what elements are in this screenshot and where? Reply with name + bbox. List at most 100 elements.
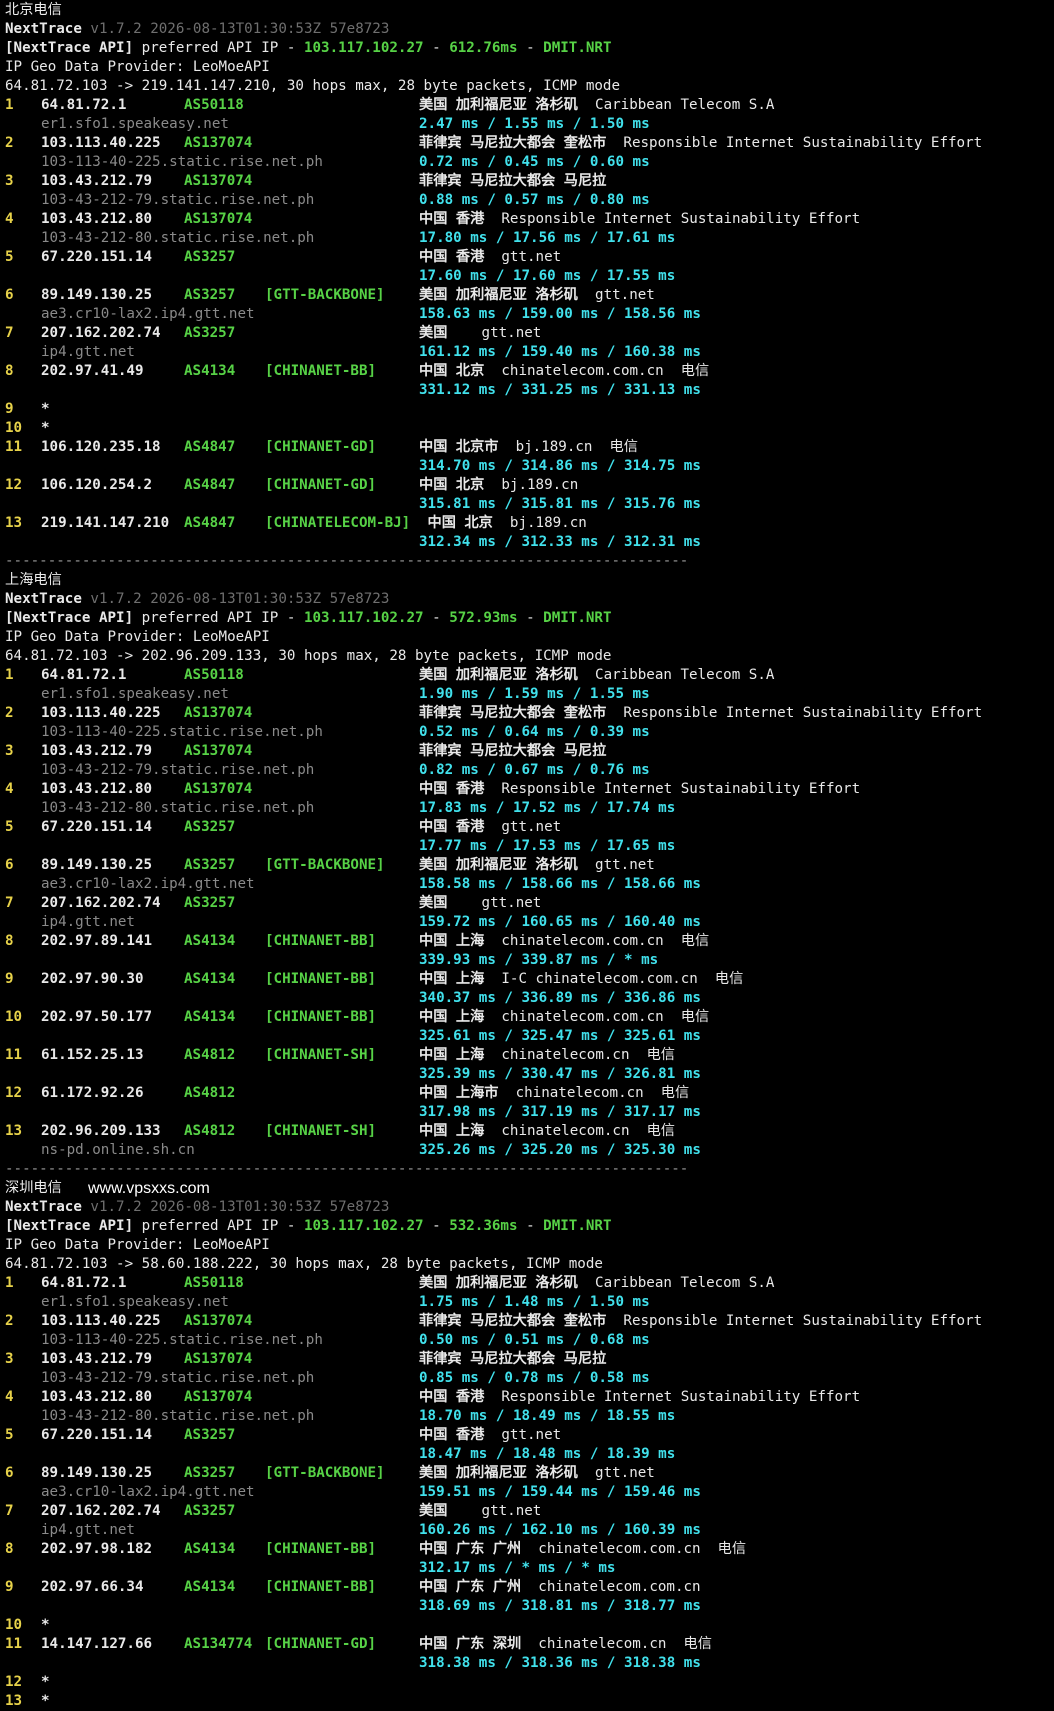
hop-geo: 中国 香港 xyxy=(419,1389,485,1405)
hop-row: 13 219.141.147.210 AS4847 [CHINATELECOM-BJ]… xyxy=(5,514,1054,533)
api-latency: 612.76ms xyxy=(449,40,518,56)
hop-geo: 中国 上海 xyxy=(419,1009,485,1025)
hop-location: 中国 香港 Responsible Internet Sustainabilit… xyxy=(419,780,860,799)
hop-location: 中国 香港 Responsible Internet Sustainabilit… xyxy=(419,1388,860,1407)
hop-row: 2 103.113.40.225 AS137074 菲律宾 马尼拉大都会 奎松市 Re… xyxy=(5,1312,1054,1331)
hop-hostname: 103-43-212-80.static.rise.net.ph xyxy=(41,1408,315,1424)
hop-detail-row: 17.60 ms / 17.60 ms / 17.55 ms xyxy=(5,267,1054,286)
hop-number: 4 xyxy=(5,211,14,227)
hop-detail-row: 331.12 ms / 331.25 ms / 331.13 ms xyxy=(5,381,1054,400)
hop-number: 11 xyxy=(5,1047,23,1063)
hop-geo: 菲律宾 马尼拉大都会 马尼拉 xyxy=(419,173,607,189)
hop-row: 4 103.43.212.80 AS137074 中国 香港 Responsible … xyxy=(5,210,1054,229)
hop-geo: 菲律宾 马尼拉大都会 马尼拉 xyxy=(419,1351,607,1367)
hop-row: 11 61.152.25.13 AS4812 [CHINANET-SH] 中国 上海 c… xyxy=(5,1046,1054,1065)
provider-text: IP Geo Data Provider: LeoMoeAPI xyxy=(5,1237,270,1253)
hop-detail-row: 103-113-40-225.static.rise.net.ph 0.52 ms… xyxy=(5,723,1054,742)
hop-location: 美国 加利福尼亚 洛杉矶 gtt.net xyxy=(419,1464,655,1483)
hop-number: 12 xyxy=(5,1085,23,1101)
hop-detail-row: ns-pd.online.sh.cn 325.26 ms / 325.20 ms … xyxy=(5,1141,1054,1160)
api-latency: 572.93ms xyxy=(449,610,518,626)
version-line: NextTrace v1.7.2 2026-08-13T01:30:53Z 57… xyxy=(5,1198,1054,1217)
hop-row: 10 * xyxy=(5,419,1054,438)
hop-ip: 103.113.40.225 xyxy=(41,705,161,721)
hop-tag: [CHINANET-SH] xyxy=(265,1047,377,1063)
hop-org: gtt.net xyxy=(484,249,562,265)
hop-asn: AS137074 xyxy=(184,1313,253,1329)
hop-hostname: ae3.cr10-lax2.ip4.gtt.net xyxy=(41,306,255,322)
hop-ip: 103.43.212.80 xyxy=(41,211,153,227)
hop-org: gtt.net xyxy=(484,819,562,835)
hop-row: 1 64.81.72.1 AS50118 美国 加利福尼亚 洛杉矶 Caribbean… xyxy=(5,666,1054,685)
hop-detail-row: 339.93 ms / 339.87 ms / * ms xyxy=(5,951,1054,970)
hop-detail-row: 17.77 ms / 17.53 ms / 17.65 ms xyxy=(5,837,1054,856)
hop-number: 3 xyxy=(5,1351,14,1367)
hop-rtt: 325.61 ms / 325.47 ms / 325.61 ms xyxy=(419,1028,701,1044)
hop-detail-row: 315.81 ms / 315.81 ms / 315.76 ms xyxy=(5,495,1054,514)
hop-number: 7 xyxy=(5,895,14,911)
hop-ip: 64.81.72.1 xyxy=(41,1275,127,1291)
hop-org: chinatelecom.cn 电信 xyxy=(484,1047,675,1063)
hop-hostname: ip4.gtt.net xyxy=(41,914,135,930)
hop-number: 12 xyxy=(5,477,23,493)
hop-location: 中国 上海 chinatelecom.com.cn 电信 xyxy=(419,1008,709,1027)
hop-row: 6 89.149.130.25 AS3257 [GTT-BACKBONE] 美国 加利福… xyxy=(5,856,1054,875)
hop-hostname: ae3.cr10-lax2.ip4.gtt.net xyxy=(41,1484,255,1500)
hop-ip: 89.149.130.25 xyxy=(41,1465,153,1481)
hop-rtt: 17.77 ms / 17.53 ms / 17.65 ms xyxy=(419,838,676,854)
hop-org: chinatelecom.com.cn xyxy=(521,1579,701,1595)
hop-number: 10 xyxy=(5,420,23,436)
hop-asn: AS137074 xyxy=(184,211,253,227)
hop-ip: 207.162.202.74 xyxy=(41,1503,161,1519)
hop-detail-row: 103-43-212-79.static.rise.net.ph 0.85 ms … xyxy=(5,1369,1054,1388)
hop-geo: 中国 香港 xyxy=(419,249,485,265)
hop-org: chinatelecom.com.cn 电信 xyxy=(484,363,710,379)
hop-org: Responsible Internet Sustainability Effo… xyxy=(484,1389,861,1405)
hop-number: 9 xyxy=(5,1579,14,1595)
hop-location: 中国 香港 gtt.net xyxy=(419,818,561,837)
hop-detail-row: ae3.cr10-lax2.ip4.gtt.net 158.63 ms / 159… xyxy=(5,305,1054,324)
hop-number: 5 xyxy=(5,1427,14,1443)
hop-ip: 64.81.72.1 xyxy=(41,667,127,683)
api-text: preferred API IP - xyxy=(133,1218,304,1234)
hop-detail-row: 312.34 ms / 312.33 ms / 312.31 ms xyxy=(5,533,1054,552)
separator-line: ----------------------------------------… xyxy=(5,1160,1054,1179)
hop-org: Responsible Internet Sustainability Effo… xyxy=(606,705,983,721)
hop-detail-row: 103-43-212-80.static.rise.net.ph 17.80 ms… xyxy=(5,229,1054,248)
hop-hostname: 103-43-212-79.static.rise.net.ph xyxy=(41,192,315,208)
hop-hostname: ip4.gtt.net xyxy=(41,1522,135,1538)
hop-asn: AS4134 xyxy=(184,363,236,379)
hop-geo: 中国 上海 xyxy=(419,971,485,987)
hop-detail-row: ae3.cr10-lax2.ip4.gtt.net 159.51 ms / 159… xyxy=(5,1483,1054,1502)
hop-row: 5 67.220.151.14 AS3257 中国 香港 gtt.net xyxy=(5,818,1054,837)
version-info: v1.7.2 2026-08-13T01:30:53Z 57e8723 xyxy=(81,591,390,607)
terminal-output: 北京电信 NextTrace v1.7.2 2026-08-13T01:30:53… xyxy=(0,0,1054,1711)
hop-geo: 中国 北京 xyxy=(419,515,493,531)
hop-asn: AS4134 xyxy=(184,1541,236,1557)
hop-location: 菲律宾 马尼拉大都会 奎松市 Responsible Internet Sust… xyxy=(419,134,982,153)
version-line: NextTrace v1.7.2 2026-08-13T01:30:53Z 57… xyxy=(5,590,1054,609)
hop-ip: 64.81.72.1 xyxy=(41,97,127,113)
hop-hostname: ns-pd.online.sh.cn xyxy=(41,1142,195,1158)
api-sep: - xyxy=(423,1218,450,1234)
hop-ip: 67.220.151.14 xyxy=(41,1427,153,1443)
hop-asn: AS4812 xyxy=(184,1123,236,1139)
provider-text: IP Geo Data Provider: LeoMoeAPI xyxy=(5,629,270,645)
hop-number: 3 xyxy=(5,173,14,189)
api-node: DMIT.NRT xyxy=(543,610,612,626)
api-sep: - xyxy=(423,610,450,626)
hop-geo: 美国 加利福尼亚 洛杉矶 xyxy=(419,97,578,113)
hop-hostname: 103-113-40-225.static.rise.net.ph xyxy=(41,1332,323,1348)
hop-row: 10 * xyxy=(5,1616,1054,1635)
hop-ip: 103.43.212.79 xyxy=(41,743,153,759)
hop-location: 中国 广东 广州 chinatelecom.com.cn xyxy=(419,1578,701,1597)
hop-org: bj.189.cn xyxy=(484,477,579,493)
hop-rtt: 315.81 ms / 315.81 ms / 315.76 ms xyxy=(419,496,701,512)
api-latency: 532.36ms xyxy=(449,1218,518,1234)
hop-row: 3 103.43.212.79 AS137074 菲律宾 马尼拉大都会 马尼拉 xyxy=(5,1350,1054,1369)
hop-location: 中国 北京 chinatelecom.com.cn 电信 xyxy=(419,362,709,381)
hop-number: 5 xyxy=(5,819,14,835)
hop-location: 中国 香港 gtt.net xyxy=(419,248,561,267)
hop-location: 中国 上海 chinatelecom.com.cn 电信 xyxy=(419,932,709,951)
hop-geo: 美国 xyxy=(419,1503,448,1519)
